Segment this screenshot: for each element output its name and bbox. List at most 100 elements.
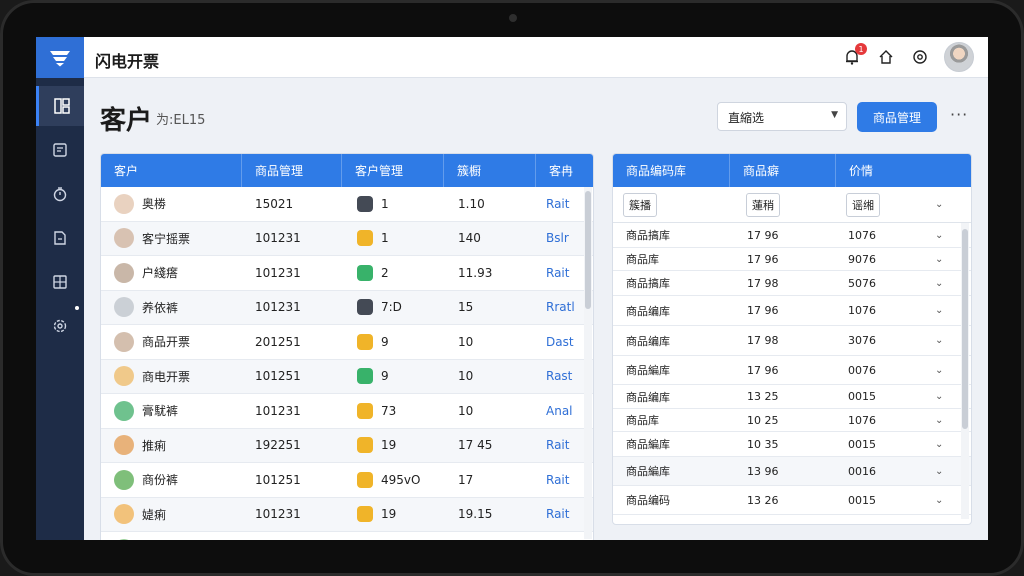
table-row[interactable]: 商品编库 13 25 0015 ⌄ xyxy=(613,385,971,409)
chevron-down-icon[interactable]: ⌄ xyxy=(935,466,943,477)
customer-name: 户綫瘩 xyxy=(142,266,179,281)
scrollbar[interactable] xyxy=(961,223,969,519)
table-row[interactable]: 商品编码 13 26 0015 ⌄ xyxy=(613,486,971,515)
product-code: 101251 xyxy=(255,369,301,384)
scrollbar-thumb[interactable] xyxy=(962,229,968,429)
table-row[interactable]: 膏駀裤 101231 73 10 Anal xyxy=(101,394,593,429)
customer-name: 商份裤 xyxy=(142,473,179,488)
table-row[interactable]: 推桃库 101231 30 xyxy=(101,532,593,540)
filter-select[interactable]: 直縮选 ▼ xyxy=(717,102,847,131)
filter-input[interactable]: 谣缃 xyxy=(846,192,880,217)
table-row[interactable]: 商品編库 10 35 0015 ⌄ xyxy=(613,432,971,457)
scrollbar[interactable] xyxy=(584,187,592,539)
scrollbar-thumb[interactable] xyxy=(585,191,591,309)
chevron-down-icon[interactable]: ⌄ xyxy=(935,365,943,376)
filter-input[interactable]: 蓮稍 xyxy=(746,192,780,217)
table-row[interactable]: 商品开票 201251 9 10 Dast xyxy=(101,325,593,360)
home-button[interactable] xyxy=(876,47,896,67)
product-management-button[interactable]: 商品管理 xyxy=(857,102,937,132)
chevron-down-icon[interactable]: ⌄ xyxy=(935,495,943,506)
sidebar-item-documents[interactable] xyxy=(36,130,84,170)
settings-button[interactable] xyxy=(910,47,930,67)
product-name: 商品搞库 xyxy=(626,277,670,290)
customer-tag-cell: 1 xyxy=(357,222,389,256)
row-action-link[interactable]: Rait xyxy=(546,463,569,497)
customer-tag-cell: 30 xyxy=(357,532,396,540)
sidebar-item-invoices[interactable] xyxy=(36,218,84,258)
table-row[interactable]: 商品库 10 25 1076 ⌄ xyxy=(613,409,971,432)
chevron-down-icon[interactable]: ⌄ xyxy=(935,230,943,241)
sidebar-item-dashboard[interactable] xyxy=(36,86,84,126)
customer-name: 媫痢 xyxy=(142,507,167,522)
table-row[interactable]: 商品編库 13 96 0016 ⌄ xyxy=(613,457,971,486)
row-action-link[interactable]: Rratl xyxy=(546,291,575,325)
table-row[interactable]: 商品搞库 17 96 1076 ⌄ xyxy=(613,223,971,248)
row-action-link[interactable]: Rait xyxy=(546,256,569,290)
chevron-down-icon[interactable]: ⌄ xyxy=(935,278,943,289)
app-logo[interactable] xyxy=(36,37,84,78)
more-options-button[interactable]: ··· xyxy=(950,105,968,124)
shield-icon xyxy=(357,299,373,316)
table-row[interactable]: 商品搞库 17 98 5076 ⌄ xyxy=(613,271,971,296)
table-row[interactable]: 户綫瘩 101231 2 11.93 Rait xyxy=(101,256,593,291)
table-row[interactable]: 养依裤 101231 7:D 15 Rratl xyxy=(101,290,593,325)
product-name: 商品搞库 xyxy=(626,229,670,242)
sidebar-item-reports[interactable] xyxy=(36,262,84,302)
shield-icon xyxy=(357,402,373,419)
product-name: 商品编码 xyxy=(626,494,670,507)
column-header[interactable]: 商品管理 xyxy=(242,154,342,187)
customer-cell: 推痢 xyxy=(114,429,166,463)
chevron-down-icon[interactable]: ⌄ xyxy=(935,305,943,316)
customer-tag-cell: 19 xyxy=(357,498,396,532)
row-action-link[interactable]: Rast xyxy=(546,360,572,394)
product-number: 13 26 xyxy=(747,493,779,507)
shield-icon xyxy=(357,437,373,454)
table-row[interactable]: 商电开票 101251 9 10 Rast xyxy=(101,359,593,394)
product-name: 商品库 xyxy=(626,414,659,427)
table-row[interactable]: 商品編库 17 96 0076 ⌄ xyxy=(613,356,971,385)
product-code: 101231 xyxy=(255,403,301,418)
tag-value: 19 xyxy=(381,438,397,453)
row-action-link[interactable]: Anal xyxy=(546,394,573,428)
filter-input[interactable]: 簇播 xyxy=(623,192,657,217)
row-action-link[interactable]: Rait xyxy=(546,429,569,463)
row-action-link[interactable]: Dast xyxy=(546,325,574,359)
chevron-down-icon[interactable]: ⌄ xyxy=(935,439,943,450)
column-header[interactable]: 商品编码库 xyxy=(613,154,730,187)
column-header[interactable]: 客户管理 xyxy=(342,154,444,187)
avatar xyxy=(114,435,134,456)
product-name: 商品編库 xyxy=(626,465,670,478)
table-row[interactable]: 商品编库 17 96 1076 ⌄ xyxy=(613,296,971,326)
table-row[interactable]: 商品编库 17 98 3076 ⌄ xyxy=(613,326,971,356)
column-header[interactable]: 商品癖 xyxy=(730,154,836,187)
notification-button[interactable]: 1 xyxy=(842,43,867,67)
table-row[interactable]: 推痢 192251 19 17 45 Rait xyxy=(101,428,593,463)
sidebar-item-settings[interactable] xyxy=(36,306,84,346)
row-action-link[interactable]: Rait xyxy=(546,187,569,221)
table-row[interactable]: 商份裤 101251 495vO 17 Rait xyxy=(101,463,593,498)
chevron-down-icon[interactable]: ⌄ xyxy=(935,199,943,210)
row-action-link[interactable]: Bslr xyxy=(546,222,569,256)
shield-icon xyxy=(357,506,373,523)
column-header[interactable]: 客户 xyxy=(101,154,242,187)
table-row[interactable]: 商品库 17 96 9076 ⌄ xyxy=(613,248,971,271)
table-row[interactable]: 媫痢 101231 19 19.15 Rait xyxy=(101,497,593,532)
product-price: 1076 xyxy=(848,413,876,427)
table-row[interactable]: 奥椦 15021 1 1.10 Rait xyxy=(101,187,593,222)
column-header[interactable]: 价情 xyxy=(836,154,971,187)
chevron-down-icon[interactable]: ⌄ xyxy=(935,391,943,402)
chevron-down-icon[interactable]: ⌄ xyxy=(935,335,943,346)
record-value: 10 xyxy=(458,334,474,349)
chevron-down-icon[interactable]: ⌄ xyxy=(935,254,943,265)
table-row[interactable]: 客宁摇票 101231 1 140 Bslr xyxy=(101,221,593,256)
customer-name: 养依裤 xyxy=(142,300,179,315)
column-header[interactable]: 簇橱 xyxy=(444,154,536,187)
customer-tag-cell: 2 xyxy=(357,256,389,290)
sidebar-item-timer[interactable] xyxy=(36,174,84,214)
user-avatar[interactable] xyxy=(944,42,974,72)
row-action-link[interactable]: Rait xyxy=(546,498,569,532)
product-price: 0076 xyxy=(848,363,876,377)
column-header[interactable]: 客冉 xyxy=(536,154,593,187)
chevron-down-icon[interactable]: ⌄ xyxy=(935,415,943,426)
product-price: 0015 xyxy=(848,437,876,451)
